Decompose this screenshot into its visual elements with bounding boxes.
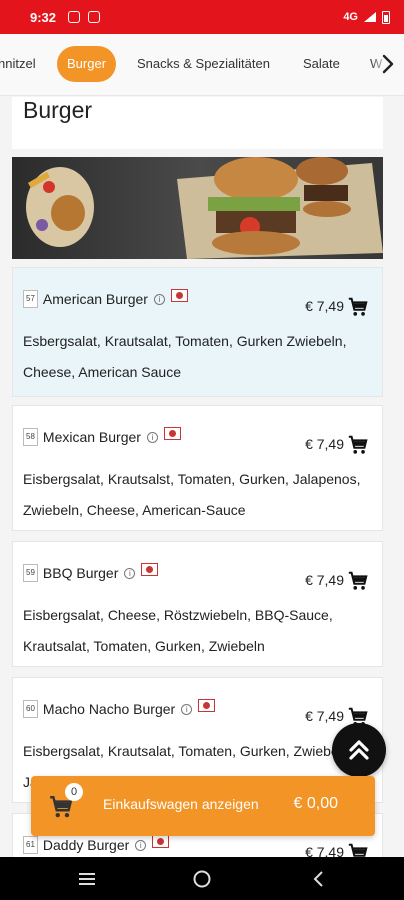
- item-description: Eisbergsalat, Krautsalst, Tomaten, Gurke…: [23, 471, 361, 518]
- item-header: 60 Macho Nacho Burger i: [23, 698, 216, 718]
- add-to-cart-icon[interactable]: [347, 296, 369, 318]
- japan-flag-icon: [152, 834, 170, 848]
- item-number: 58: [23, 428, 38, 446]
- category-bar: hnitzel Burger Snacks & Spezialitäten Sa…: [0, 34, 404, 96]
- item-price: € 7,49: [305, 708, 344, 724]
- item-name: Daddy Burger: [42, 837, 130, 853]
- add-to-cart-icon[interactable]: [347, 434, 369, 456]
- category-tab-snacks[interactable]: Snacks & Spezialitäten: [137, 46, 270, 82]
- item-number: 57: [23, 290, 38, 308]
- status-time: 9:32: [30, 9, 57, 25]
- item-number: 61: [23, 836, 38, 854]
- item-name: American Burger: [42, 291, 148, 307]
- japan-flag-icon: [141, 562, 159, 576]
- menu-item-card[interactable]: 57 American Burger i € 7,49 Esbergsalat,…: [12, 267, 383, 397]
- japan-flag-icon: [198, 698, 216, 712]
- category-tab-burger[interactable]: Burger: [57, 46, 117, 82]
- status-right: 4G: [343, 10, 390, 24]
- menu-item-card[interactable]: 59 BBQ Burger i € 7,49 Eisbergsalat, Che…: [12, 541, 383, 667]
- add-to-cart-icon[interactable]: [347, 842, 369, 857]
- section-title: Burger: [23, 97, 93, 123]
- item-name: BBQ Burger: [42, 565, 119, 581]
- app-notification-icon: [88, 11, 101, 23]
- item-price: € 7,49: [305, 572, 344, 588]
- info-icon[interactable]: i: [153, 293, 165, 305]
- category-tab-schnitzel[interactable]: hnitzel: [0, 46, 36, 82]
- item-number: 59: [23, 564, 38, 582]
- item-price: € 7,49: [305, 298, 344, 314]
- japan-flag-icon: [163, 426, 181, 440]
- cart-count-badge: 0: [65, 783, 83, 801]
- menu-item-card[interactable]: 58 Mexican Burger i € 7,49 Eisbergsalat,…: [12, 405, 383, 531]
- item-description: Eisbergsalat, Cheese, Röstzwiebeln, BBQ-…: [23, 607, 333, 654]
- status-bar: 9:32 4G: [0, 0, 404, 34]
- notification-icon: [68, 11, 81, 23]
- info-icon[interactable]: i: [135, 839, 147, 851]
- signal-icon: [364, 12, 376, 22]
- home-icon[interactable]: [191, 868, 213, 890]
- item-description: Esbergsalat, Krautsalat, Tomaten, Gurken…: [23, 333, 347, 380]
- category-tab-salate[interactable]: Salate: [303, 46, 340, 82]
- cart-total: € 0,00: [293, 795, 338, 812]
- recent-apps-icon[interactable]: [76, 868, 98, 890]
- view-cart-button[interactable]: 0 Einkaufswagen anzeigen € 0,00: [31, 776, 375, 836]
- item-name: Macho Nacho Burger: [42, 701, 176, 717]
- info-icon[interactable]: i: [124, 567, 136, 579]
- info-icon[interactable]: i: [146, 431, 158, 443]
- japan-flag-icon: [170, 288, 188, 302]
- double-chevron-up-icon: [349, 740, 369, 760]
- item-header: 59 BBQ Burger i: [23, 562, 159, 582]
- item-header: 57 American Burger i: [23, 288, 188, 308]
- scroll-to-top-button[interactable]: [332, 723, 386, 777]
- item-price: € 7,49: [305, 436, 344, 452]
- item-price: € 7,49: [305, 844, 344, 857]
- section-header: Burger: [12, 97, 383, 149]
- item-name: Mexican Burger: [42, 429, 141, 445]
- battery-icon: [382, 10, 390, 24]
- burger-banner-image: [12, 157, 383, 259]
- info-icon[interactable]: i: [181, 703, 193, 715]
- item-header: 61 Daddy Burger i: [23, 834, 170, 854]
- item-header: 58 Mexican Burger i: [23, 426, 181, 446]
- notification-icons: [68, 11, 101, 23]
- back-icon[interactable]: [308, 868, 330, 890]
- cart-label: Einkaufswagen anzeigen: [103, 796, 259, 812]
- add-to-cart-icon[interactable]: [347, 570, 369, 592]
- network-label: 4G: [343, 11, 358, 23]
- item-number: 60: [23, 700, 38, 718]
- system-nav-bar: [0, 857, 404, 900]
- chevron-right-icon[interactable]: [377, 53, 399, 75]
